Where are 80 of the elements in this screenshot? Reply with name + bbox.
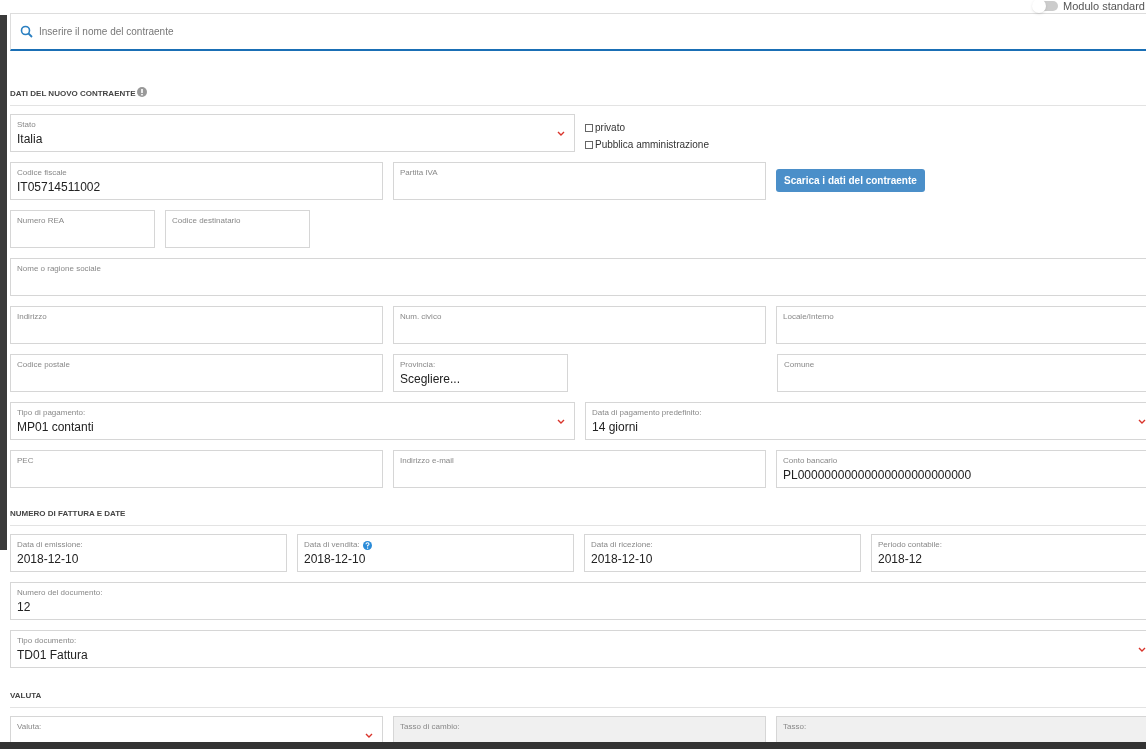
- field-label: Provincia:: [400, 360, 436, 370]
- checkbox[interactable]: [585, 123, 593, 132]
- field-label: Indirizzo: [17, 312, 47, 322]
- field-value: 2018-12-10: [304, 552, 366, 566]
- field-value: IT05714511002: [17, 180, 101, 194]
- field-value: Italia: [17, 132, 43, 146]
- field-label: Data di vendita:: [304, 540, 360, 550]
- toggle-switch[interactable]: [1033, 1, 1058, 11]
- field-label: Partita IVA: [400, 168, 438, 178]
- field-label: Codice postale: [17, 360, 70, 370]
- input-field[interactable]: PEC: [10, 450, 383, 488]
- input-field[interactable]: Codice fiscale IT05714511002: [10, 162, 383, 200]
- field-value: Scegliere...: [400, 372, 461, 386]
- chevron-down-icon: [365, 733, 373, 738]
- search-icon: [20, 25, 33, 38]
- field-label: Stato: [17, 120, 36, 130]
- field-label: Valuta:: [17, 722, 42, 732]
- input-field[interactable]: Partita IVA: [393, 162, 766, 200]
- checkbox[interactable]: [585, 140, 593, 149]
- input-field[interactable]: Nome o ragione sociale: [10, 258, 1146, 296]
- select-field[interactable]: Tipo di pagamento: MP01 contanti: [10, 402, 575, 440]
- field-label: Codice destinatario: [172, 216, 241, 226]
- select-field[interactable]: Stato Italia: [10, 114, 575, 152]
- field-label: Data di ricezione:: [591, 540, 653, 550]
- input-field[interactable]: Provincia: Scegliere...: [393, 354, 568, 392]
- field-label: Tasso:: [783, 722, 807, 732]
- field-label: PEC: [17, 456, 34, 466]
- field-value: 2018-12-10: [17, 552, 79, 566]
- field-value: PL00000000000000000000000000: [783, 468, 972, 482]
- field-label: Tipo di pagamento:: [17, 408, 86, 418]
- input-field[interactable]: Indirizzo: [10, 306, 383, 344]
- field-value: 2018-12-10: [591, 552, 653, 566]
- section-title: VALUTA: [10, 690, 42, 702]
- search-field[interactable]: Inserire il nome del contraente: [39, 24, 1146, 39]
- field-label: Num. civico: [400, 312, 442, 322]
- field-label: Locale/Interno: [783, 312, 834, 322]
- field-label: Indirizzo e-mail: [400, 456, 454, 466]
- field-label: Periodo contabile:: [878, 540, 943, 550]
- input-field[interactable]: Data di emissione: 2018-12-10: [10, 534, 287, 572]
- field-label: Tipo documento:: [17, 636, 77, 646]
- chevron-down-icon: [1138, 647, 1146, 652]
- field-label: Numero REA: [17, 216, 65, 226]
- input-field[interactable]: Numero REA: [10, 210, 155, 248]
- field-label: Nome o ragione sociale: [17, 264, 102, 274]
- field-value: 12: [17, 600, 31, 614]
- section-title: DATI DEL NUOVO CONTRAENTE: [10, 87, 136, 100]
- field-label: Conto bancario: [783, 456, 838, 466]
- select-field[interactable]: Tipo documento: TD01 Fattura: [10, 630, 1146, 668]
- chevron-down-icon: [557, 419, 565, 424]
- input-field[interactable]: Indirizzo e-mail: [393, 450, 766, 488]
- field-value: 2018-12: [878, 552, 923, 566]
- search-bar[interactable]: Inserire il nome del contraente: [10, 13, 1146, 51]
- field-label: Tasso di cambio:: [400, 722, 460, 732]
- checkbox-label: privato: [595, 121, 625, 135]
- field-label: Numero del documento:: [17, 588, 103, 598]
- field-value: MP01 contanti: [17, 420, 94, 434]
- select-field[interactable]: Data di pagamento predefinito: 14 giorni: [585, 402, 1146, 440]
- input-field[interactable]: Locale/Interno: [776, 306, 1146, 344]
- input-field[interactable]: Codice postale: [10, 354, 383, 392]
- input-field[interactable]: Codice destinatario: [165, 210, 310, 248]
- field-label: Codice fiscale: [17, 168, 67, 178]
- input-field[interactable]: Data di vendita: 2018-12-10: [297, 534, 574, 572]
- field-value: 14 giorni: [592, 420, 639, 434]
- field-label: Data di emissione:: [17, 540, 83, 550]
- field-value: TD01 Fattura: [17, 648, 88, 662]
- checkbox-label: Pubblica amministrazione: [595, 138, 709, 152]
- toggle-label: Modulo standard: [1063, 0, 1145, 12]
- input-field[interactable]: Data di ricezione: 2018-12-10: [584, 534, 861, 572]
- field-label: Comune: [784, 360, 815, 370]
- input-field[interactable]: Num. civico: [393, 306, 766, 344]
- field-label: Data di pagamento predefinito:: [592, 408, 702, 418]
- input-field[interactable]: Numero del documento: 12: [10, 582, 1146, 620]
- download-data-button[interactable]: Scarica i dati del contraente: [776, 169, 925, 192]
- select-field[interactable]: Valuta:: [10, 716, 383, 742]
- chevron-down-icon: [1138, 419, 1146, 424]
- input-field[interactable]: Conto bancario PL00000000000000000000000000: [776, 450, 1146, 488]
- chevron-down-icon: [557, 131, 565, 136]
- input-field[interactable]: Periodo contabile: 2018-12: [871, 534, 1146, 572]
- input-field[interactable]: Comune: [777, 354, 1146, 392]
- section-title: NUMERO DI FATTURA E DATE: [10, 508, 126, 520]
